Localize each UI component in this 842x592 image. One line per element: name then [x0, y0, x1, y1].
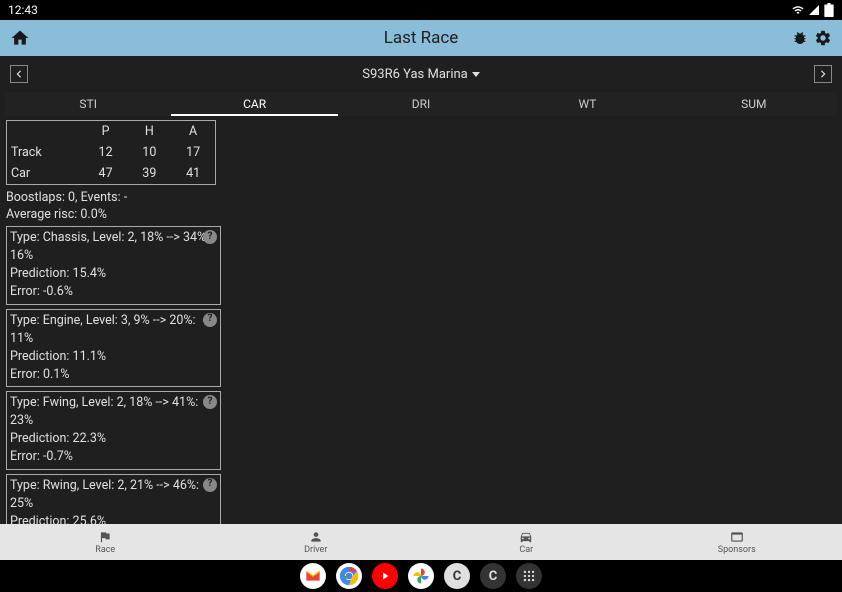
- gmail-icon: [305, 570, 321, 582]
- boostlaps-info: Boostlaps: 0, Events: -: [6, 190, 836, 205]
- cell: 41: [171, 163, 215, 184]
- home-icon[interactable]: [10, 28, 30, 48]
- nav-label: Car: [519, 545, 533, 555]
- data-area: P H A Track 12 10 17 Car 47 39 41 Boost: [0, 116, 842, 524]
- part-box-rwing: ? Type: Rwing, Level: 2, 21% --> 46%: 25…: [6, 474, 221, 525]
- gmail-app-icon[interactable]: [300, 563, 326, 589]
- col-p: P: [84, 121, 128, 142]
- part-err: Error: -0.7%: [10, 448, 217, 466]
- sponsors-icon: [729, 530, 745, 544]
- row-label: Car: [7, 163, 84, 184]
- table-row: Car 47 39 41: [7, 163, 215, 184]
- cell: 17: [171, 142, 215, 163]
- app5-icon[interactable]: C: [444, 563, 470, 589]
- page-title: Last Race: [384, 28, 459, 48]
- part-type: Type: Chassis, Level: 2, 18% --> 34%: 16…: [10, 229, 217, 265]
- cell: 39: [127, 163, 171, 184]
- help-icon[interactable]: ?: [203, 230, 217, 244]
- chevron-down-icon: [472, 72, 480, 77]
- app-bar: Last Race: [0, 20, 842, 56]
- nav-label: Driver: [304, 545, 327, 555]
- battery-icon: [824, 3, 834, 17]
- table-header-row: P H A: [7, 121, 215, 142]
- part-box-engine: ? Type: Engine, Level: 3, 9% --> 20%: 11…: [6, 309, 221, 388]
- nav-race[interactable]: Race: [0, 524, 211, 560]
- part-pred: Prediction: 11.1%: [10, 348, 217, 366]
- apps-grid-icon: [522, 569, 536, 583]
- photos-app-icon[interactable]: [408, 563, 434, 589]
- tab-sum[interactable]: SUM: [671, 92, 837, 116]
- part-err: Error: 0.1%: [10, 366, 217, 384]
- part-err: Error: -0.6%: [10, 283, 217, 301]
- chevron-right-icon: [819, 70, 827, 78]
- chrome-app-icon[interactable]: [336, 563, 362, 589]
- part-type: Type: Rwing, Level: 2, 21% --> 46%: 25%: [10, 477, 217, 513]
- status-icons: [792, 3, 834, 17]
- stats-table: P H A Track 12 10 17 Car 47 39 41: [6, 120, 216, 185]
- cell: 10: [127, 142, 171, 163]
- nav-sponsors[interactable]: Sponsors: [632, 524, 842, 560]
- part-type: Type: Fwing, Level: 2, 18% --> 41%: 23%: [10, 394, 217, 430]
- cell: 12: [84, 142, 128, 163]
- help-icon[interactable]: ?: [203, 478, 217, 492]
- col-a: A: [171, 121, 215, 142]
- row-label: Track: [7, 142, 84, 163]
- youtube-app-icon[interactable]: [372, 563, 398, 589]
- status-time: 12:43: [8, 3, 38, 17]
- nav-driver[interactable]: Driver: [211, 524, 422, 560]
- person-icon: [308, 530, 324, 544]
- part-pred: Prediction: 15.4%: [10, 265, 217, 283]
- bottom-nav: Race Driver Car Sponsors: [0, 524, 842, 560]
- nav-label: Race: [95, 545, 115, 555]
- track-dropdown[interactable]: S93R6 Yas Marina: [362, 67, 479, 82]
- wifi-icon: [792, 4, 804, 16]
- tab-bar: STI CAR DRI WT SUM: [5, 92, 837, 116]
- nav-label: Sponsors: [718, 545, 756, 555]
- prev-track-button[interactable]: [10, 65, 28, 83]
- part-pred: Prediction: 25.6%: [10, 513, 217, 524]
- part-box-fwing: ? Type: Fwing, Level: 2, 18% --> 41%: 23…: [6, 391, 221, 470]
- app-drawer-icon[interactable]: [516, 563, 542, 589]
- nav-car[interactable]: Car: [421, 524, 632, 560]
- col-h: H: [127, 121, 171, 142]
- bug-icon[interactable]: [792, 30, 808, 46]
- chrome-icon: [339, 566, 359, 586]
- gear-icon[interactable]: [814, 29, 832, 47]
- track-name: S93R6 Yas Marina: [362, 67, 467, 82]
- tab-dri[interactable]: DRI: [338, 92, 504, 116]
- tab-wt[interactable]: WT: [504, 92, 670, 116]
- photos-icon: [412, 567, 430, 585]
- signal-icon: [808, 4, 820, 16]
- table-row: Track 12 10 17: [7, 142, 215, 163]
- car-icon: [518, 530, 534, 544]
- help-icon[interactable]: ?: [203, 313, 217, 327]
- status-bar: 12:43: [0, 0, 842, 20]
- tab-car[interactable]: CAR: [171, 92, 337, 116]
- help-icon[interactable]: ?: [203, 395, 217, 409]
- cell: 47: [84, 163, 128, 184]
- system-dock: C C: [0, 560, 842, 592]
- tab-sti[interactable]: STI: [5, 92, 171, 116]
- part-type: Type: Engine, Level: 3, 9% --> 20%: 11%: [10, 312, 217, 348]
- flag-icon: [97, 530, 113, 544]
- next-track-button[interactable]: [814, 65, 832, 83]
- content: S93R6 Yas Marina STI CAR DRI WT SUM P H …: [0, 56, 842, 524]
- col-blank: [7, 121, 84, 142]
- chevron-left-icon: [15, 70, 23, 78]
- part-pred: Prediction: 22.3%: [10, 430, 217, 448]
- youtube-icon: [379, 570, 391, 582]
- track-selector-bar: S93R6 Yas Marina: [0, 56, 842, 92]
- part-box-chassis: ? Type: Chassis, Level: 2, 18% --> 34%: …: [6, 226, 221, 305]
- app6-icon[interactable]: C: [480, 563, 506, 589]
- risc-info: Average risc: 0.0%: [6, 207, 836, 222]
